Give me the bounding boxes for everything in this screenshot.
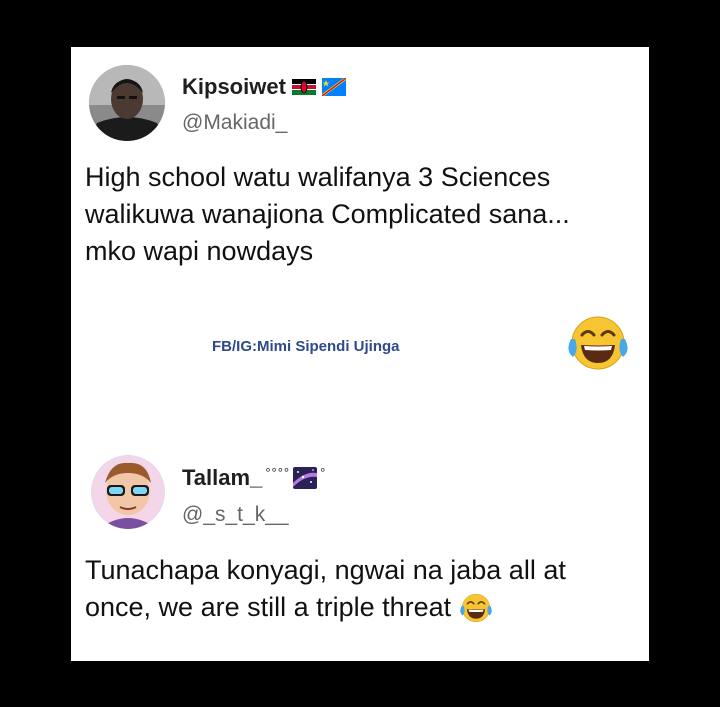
tweet2-name-text: Tallam_	[182, 465, 263, 490]
tweet2-display-name[interactable]: Tallam_ °°°° °	[182, 465, 325, 491]
tweet1-handle[interactable]: @Makiadi_	[182, 111, 287, 135]
tweet1-text: High school watu walifanya 3 Sciences wa…	[85, 159, 570, 270]
tears-of-joy-emoji-icon	[460, 593, 492, 622]
tweet2-handle[interactable]: @_s_t_k__	[182, 503, 289, 527]
tweet2-line-1: Tunachapa konyagi, ngwai na jaba all at	[85, 555, 566, 585]
tweet1-display-name[interactable]: Kipsoiwet	[182, 74, 346, 100]
tweet2-text: Tunachapa konyagi, ngwai na jaba all at …	[85, 552, 566, 626]
tweet2-name-decoration: °°°°	[265, 464, 291, 480]
avatar-tallam[interactable]	[91, 455, 165, 529]
tears-of-joy-emoji-icon	[567, 313, 629, 378]
tweet-screenshot-card: Kipsoiwet @Makiadi_ High school watu wal…	[71, 47, 649, 661]
milky-way-icon	[293, 467, 318, 489]
dr-congo-flag-icon	[321, 78, 346, 96]
kenya-flag-icon	[291, 79, 316, 95]
tweet2-name-decoration-end: °	[320, 464, 326, 480]
tweet1-line-2: walikuwa wanajiona Complicated sana...	[85, 199, 570, 229]
watermark-text: FB/IG:Mimi Sipendi Ujinga	[212, 338, 400, 355]
tweet1-line-3: mko wapi nowdays	[85, 236, 314, 266]
avatar-kipsoiwet[interactable]	[89, 65, 165, 141]
tweet1-line-1: High school watu walifanya 3 Sciences	[85, 162, 551, 192]
tweet1-name-text: Kipsoiwet	[182, 74, 286, 99]
tweet2-line-2: once, we are still a triple threat	[85, 592, 452, 622]
